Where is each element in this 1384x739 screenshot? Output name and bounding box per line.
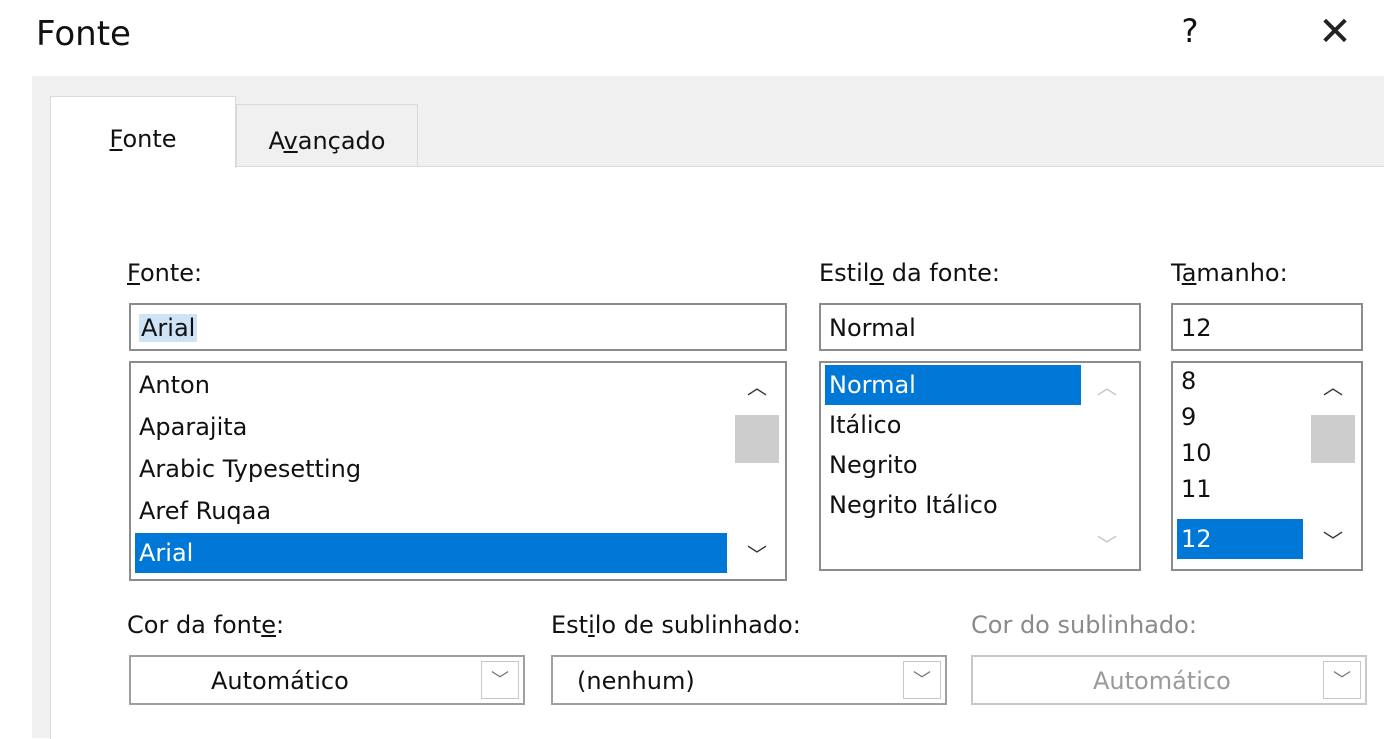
tab-avancado-label-pre: A — [268, 127, 284, 155]
font-size-label-pre: T — [1171, 259, 1182, 287]
font-name-value: Arial — [139, 314, 198, 342]
list-item[interactable]: Negrito Itálico — [825, 485, 1081, 525]
font-list[interactable]: Anton Aparajita Arabic Typesetting Aref … — [129, 361, 787, 581]
font-style-list[interactable]: Normal Itálico Negrito Negrito Itálico ︿… — [819, 361, 1141, 571]
font-size-value: 12 — [1181, 314, 1212, 342]
list-item[interactable]: Arabic Typesetting — [135, 449, 727, 489]
list-item-selected[interactable]: Arial — [135, 533, 727, 573]
list-item[interactable]: Anton — [135, 365, 727, 405]
underline-style-label-rest: lo de sublinhado: — [594, 611, 801, 639]
list-item[interactable]: 10 — [1177, 435, 1303, 471]
underline-style-dropdown[interactable]: (nenhum) ﹀ — [551, 655, 947, 705]
tab-panel-fonte: Fonte: Arial Anton Aparajita Arabic Type… — [50, 166, 1384, 739]
font-label-text: onte: — [139, 259, 203, 287]
underline-color-value: Automático — [1093, 667, 1231, 695]
dialog-title: Fonte — [36, 14, 131, 54]
list-item[interactable]: Itálico — [825, 405, 1081, 445]
close-icon: ✕ — [1318, 9, 1352, 55]
tab-avancado[interactable]: Avançado — [236, 104, 418, 168]
tab-fonte[interactable]: Fonte — [50, 96, 236, 168]
list-item[interactable]: 11 — [1177, 471, 1303, 507]
scroll-thumb[interactable] — [1311, 415, 1355, 463]
list-item[interactable]: Aref Ruqaa — [135, 491, 727, 531]
list-item[interactable]: 8 — [1177, 363, 1303, 399]
close-button[interactable]: ✕ — [1308, 10, 1362, 56]
chevron-down-icon[interactable]: ﹀ — [735, 537, 779, 573]
font-color-value: Automático — [211, 667, 349, 695]
tab-avancado-accel: v — [283, 127, 298, 155]
font-size-list[interactable]: 8 9 10 11 12 ︿ ﹀ — [1171, 361, 1363, 571]
chevron-down-icon[interactable]: ﹀ — [481, 661, 519, 699]
underline-color-label: Cor do sublinhado: — [971, 611, 1197, 639]
list-item[interactable]: 9 — [1177, 399, 1303, 435]
list-item-selected[interactable]: 12 — [1177, 519, 1303, 559]
font-size-label-accel: a — [1181, 259, 1197, 287]
font-label: Fonte: — [127, 259, 202, 287]
chevron-down-icon: ﹀ — [1323, 661, 1361, 699]
underline-color-dropdown: Automático ﹀ — [971, 655, 1367, 705]
scroll-thumb[interactable] — [735, 415, 779, 463]
chevron-down-icon[interactable]: ﹀ — [903, 661, 941, 699]
underline-style-label: Estilo de sublinhado: — [551, 611, 801, 639]
font-name-input[interactable]: Arial — [129, 303, 787, 351]
underline-style-value: (nenhum) — [577, 667, 695, 695]
chevron-down-icon[interactable]: ﹀ — [1311, 523, 1355, 559]
underline-style-label-accel: i — [588, 611, 595, 639]
tab-avancado-label: ançado — [297, 127, 386, 155]
font-style-label-pre: Estil — [819, 259, 870, 287]
font-color-label-rest: : — [276, 611, 285, 639]
help-button[interactable]: ? — [1170, 12, 1210, 56]
font-style-label: Estilo da fonte: — [819, 259, 1000, 287]
list-item[interactable]: Negrito — [825, 445, 1081, 485]
font-style-label-accel: o — [869, 259, 885, 287]
font-style-value: Normal — [829, 314, 916, 342]
font-color-dropdown[interactable]: Automático ﹀ — [129, 655, 525, 705]
font-color-label-accel: e — [261, 611, 277, 639]
chevron-up-icon: ︿ — [1097, 375, 1117, 399]
chevron-down-icon: ﹀ — [1097, 533, 1117, 557]
list-item-selected[interactable]: Normal — [825, 365, 1081, 405]
font-label-accel: F — [127, 259, 140, 287]
font-style-input[interactable]: Normal — [819, 303, 1141, 351]
list-item[interactable]: Aparajita — [135, 407, 727, 447]
font-size-input[interactable]: 12 — [1171, 303, 1363, 351]
dialog-body: Fonte Avançado Fonte: Arial Anton Aparaj… — [32, 76, 1384, 739]
tab-fonte-accel: F — [109, 125, 123, 153]
font-size-label: Tamanho: — [1171, 259, 1288, 287]
font-color-label-pre: Cor da font — [127, 611, 262, 639]
chevron-up-icon[interactable]: ︿ — [1311, 369, 1355, 405]
underline-style-label-pre: Est — [551, 611, 589, 639]
font-color-label: Cor da fonte: — [127, 611, 284, 639]
title-bar: Fonte ? ✕ — [0, 0, 1384, 76]
chevron-up-icon[interactable]: ︿ — [735, 369, 779, 405]
tab-fonte-label: onte — [122, 125, 177, 153]
font-style-label-rest: da fonte: — [884, 259, 1000, 287]
font-size-label-rest: manho: — [1196, 259, 1288, 287]
